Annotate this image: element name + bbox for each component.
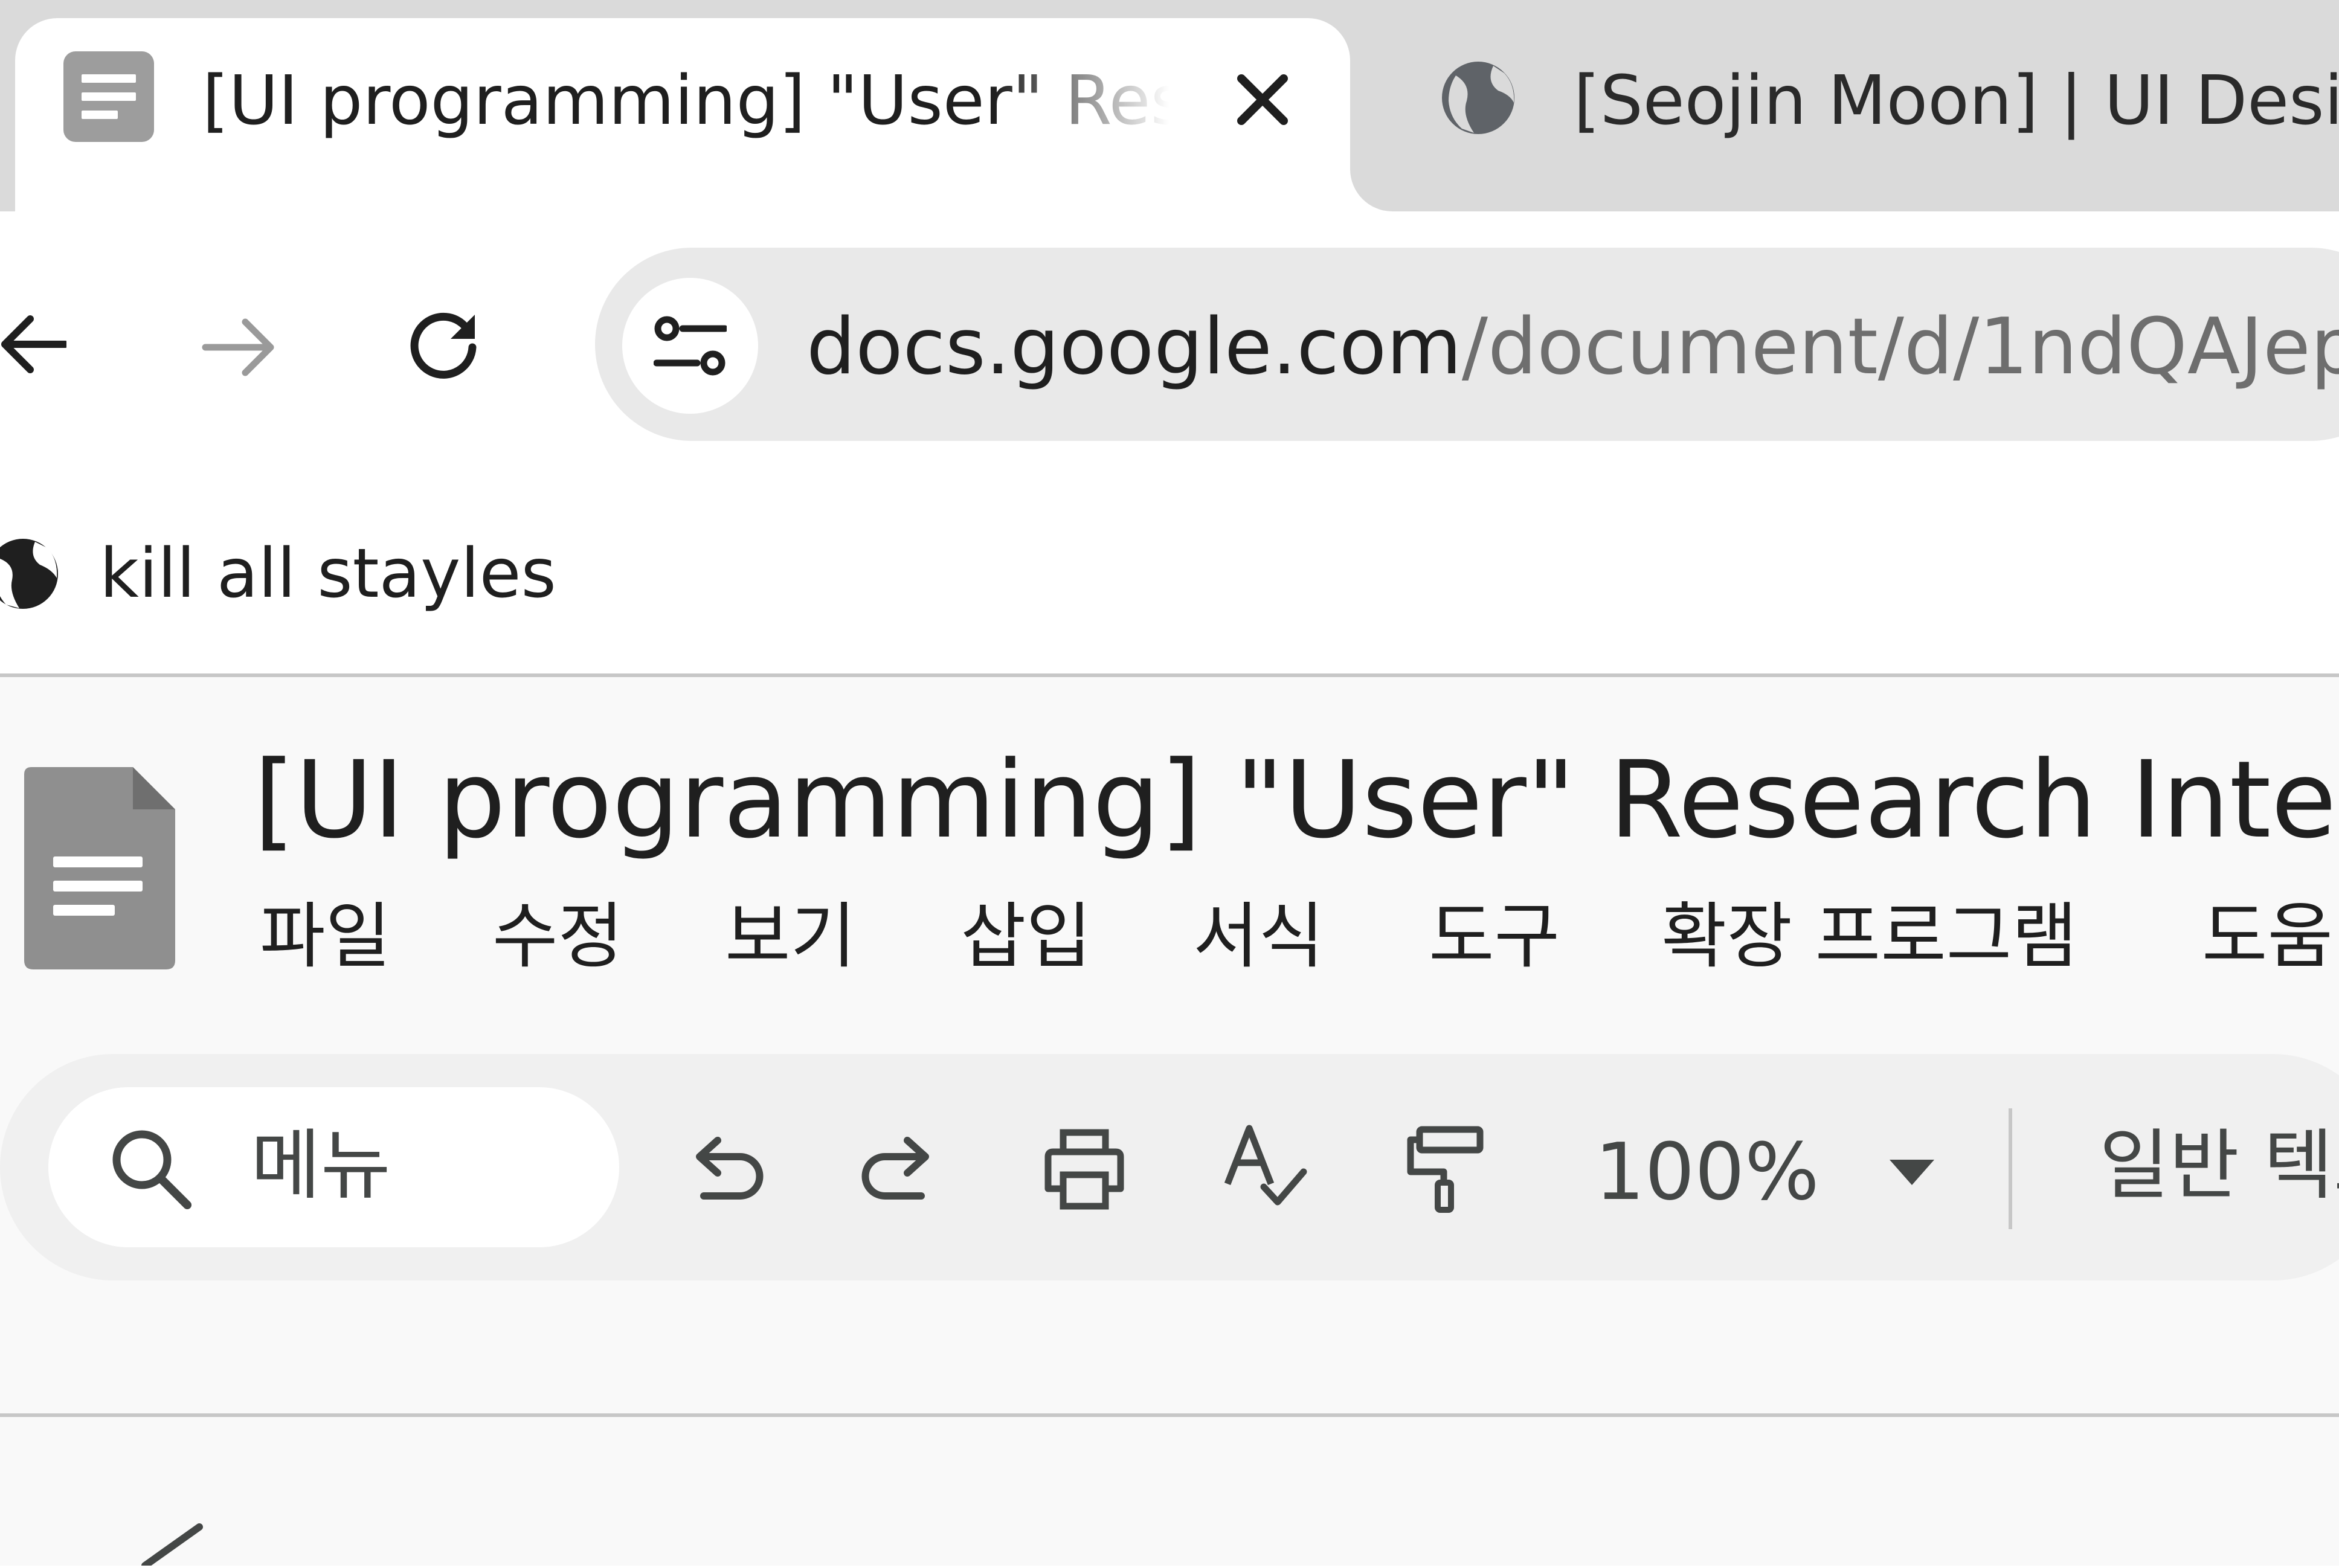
menu-edit[interactable]: 수정 xyxy=(492,888,623,985)
globe-icon xyxy=(0,535,60,613)
spellcheck-icon[interactable] xyxy=(1220,1123,1311,1214)
paint-format-icon[interactable] xyxy=(1401,1123,1492,1214)
menu-search-label: 메뉴 xyxy=(251,1121,391,1210)
menu-tools[interactable]: 도구 xyxy=(1429,888,1560,985)
divider xyxy=(0,1413,2339,1417)
docs-logo-icon[interactable] xyxy=(24,767,175,969)
menu-format[interactable]: 서식 xyxy=(1193,888,1324,985)
tab-active-corner xyxy=(1350,169,1392,211)
bookmark-item[interactable]: kill all stayles xyxy=(100,532,556,616)
back-arrow-icon[interactable] xyxy=(0,305,69,384)
undo-icon[interactable] xyxy=(677,1123,767,1214)
redo-icon[interactable] xyxy=(858,1123,948,1214)
tab-title: [UI programming] "User" Research Intervi… xyxy=(202,62,1169,140)
chevron-down-icon[interactable] xyxy=(1885,1148,1939,1196)
menu-file[interactable]: 파일 xyxy=(260,888,391,985)
print-icon[interactable] xyxy=(1039,1123,1130,1214)
menu-view[interactable]: 보기 xyxy=(725,888,856,985)
url-domain: docs.google.com xyxy=(806,302,1462,392)
zoom-value[interactable]: 100% xyxy=(1595,1126,1819,1217)
url-text[interactable]: docs.google.com/document/d/1ndQAJep xyxy=(806,296,2339,399)
menu-extensions[interactable]: 확장 프로그램 xyxy=(1661,888,2077,985)
tune-icon xyxy=(654,316,727,376)
tab-title-inactive[interactable]: [Seojin Moon] | UI Design xyxy=(1574,56,2339,146)
ruler-marker-icon xyxy=(133,1522,211,1568)
search-icon xyxy=(109,1126,193,1211)
menu-bar: 파일 수정 보기 삽입 서식 도구 확장 프로그램 도움말 xyxy=(260,888,2339,985)
site-info-button[interactable] xyxy=(622,278,758,414)
paragraph-style-select[interactable]: 일반 텍스트 xyxy=(2099,1120,2339,1211)
menu-help[interactable]: 도움말 xyxy=(2202,888,2339,985)
document-title[interactable]: [UI programming] "User" Research Intervi… xyxy=(254,737,2339,864)
toolbar-separator xyxy=(2009,1108,2012,1229)
globe-icon xyxy=(1438,57,1519,139)
tab-close-icon[interactable] xyxy=(1229,66,1296,133)
url-path: /document/d/1ndQAJep xyxy=(1461,302,2339,392)
menu-insert[interactable]: 삽입 xyxy=(960,888,1092,985)
forward-arrow-icon[interactable] xyxy=(199,311,278,384)
reload-icon[interactable] xyxy=(405,305,483,384)
docs-icon xyxy=(63,51,154,142)
